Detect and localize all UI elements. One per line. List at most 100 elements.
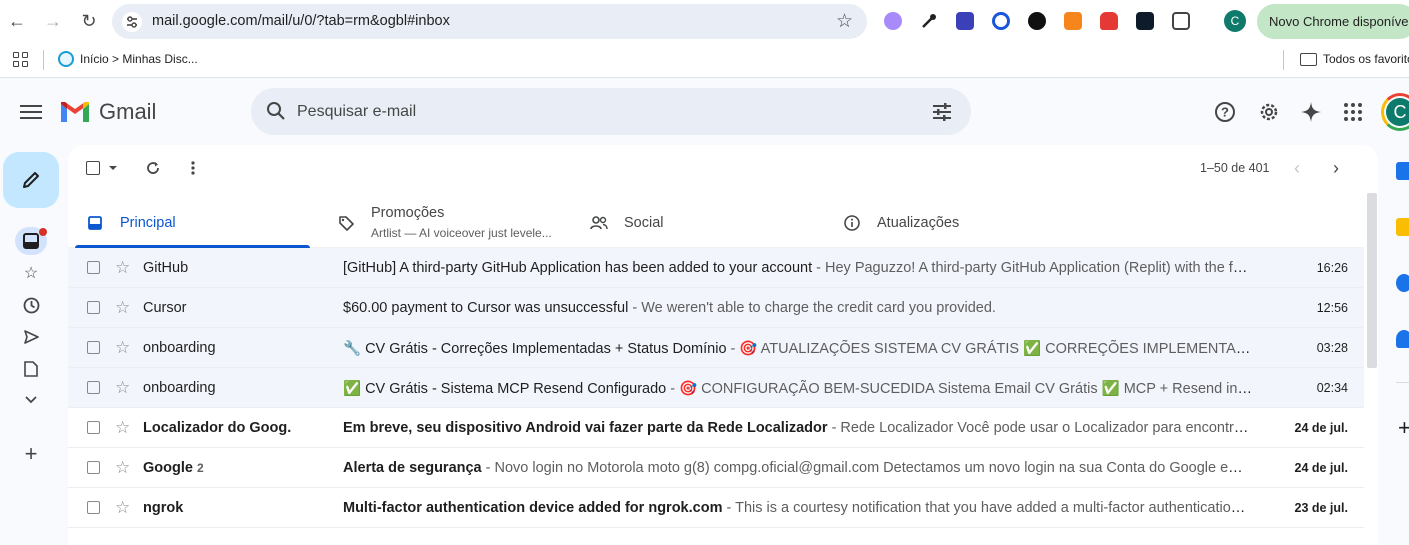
site-settings-icon[interactable] — [122, 12, 142, 32]
email-row[interactable]: ☆ ngrok Multi-factor authentication device… — [68, 488, 1364, 528]
gemini-sparkle-icon[interactable] — [1299, 100, 1323, 124]
apps-grid-icon[interactable] — [13, 52, 29, 68]
tab-label: Principal — [120, 214, 176, 231]
star-icon[interactable]: ☆ — [115, 378, 130, 398]
email-row[interactable]: ☆ Cursor $60.00 payment to Cursor was unsu… — [68, 288, 1364, 328]
subject: $60.00 payment to Cursor was unsuccessfu… — [343, 300, 629, 316]
thread-count: 2 — [196, 461, 204, 475]
inbox-tab-icon — [86, 214, 104, 232]
next-page-icon[interactable]: › — [1325, 157, 1347, 179]
extension-icon[interactable] — [1100, 12, 1118, 30]
subject-line: [GitHub] A third-party GitHub Applicatio… — [343, 260, 1253, 276]
search-input[interactable] — [295, 88, 895, 135]
star-icon[interactable]: ☆ — [115, 498, 130, 518]
add-addon-plus-icon[interactable]: + — [1398, 415, 1409, 441]
email-row[interactable]: ☆ Localizador do Goog. Em breve, seu dispo… — [68, 408, 1364, 448]
subject: 🔧 CV Grátis - Correções Implementadas + … — [343, 341, 727, 357]
drafts-icon[interactable] — [21, 359, 41, 379]
email-row[interactable]: ☆ GitHub [GitHub] A third-party GitHub App… — [68, 248, 1364, 288]
tasks-icon[interactable] — [1396, 274, 1409, 292]
subject-line: Em breve, seu dispositivo Android vai fa… — [343, 420, 1253, 436]
sender-name: GitHub — [143, 260, 189, 276]
search-icon[interactable] — [265, 100, 287, 127]
date: 12:56 — [1316, 301, 1348, 315]
inbox-icon[interactable] — [21, 231, 41, 251]
contacts-icon[interactable] — [1396, 330, 1409, 348]
sender: GitHub — [143, 260, 333, 276]
back-icon[interactable]: ← — [4, 8, 30, 34]
account-avatar[interactable]: C — [1381, 93, 1409, 131]
calendar-icon[interactable] — [1396, 162, 1409, 180]
email-row[interactable]: ☆ onboarding 🔧 CV Grátis - Correções Imple… — [68, 328, 1364, 368]
tab-social[interactable]: Social — [590, 197, 664, 248]
date: 16:26 — [1316, 261, 1348, 275]
extension-icon[interactable] — [1136, 12, 1154, 30]
tab-atualizacoes[interactable]: Atualizações — [843, 197, 959, 248]
bookmark-item[interactable]: Início > Minhas Disc... — [58, 51, 198, 67]
extension-icon[interactable] — [1028, 12, 1046, 30]
tab-preview: Artlist — AI voiceover just levele... — [371, 226, 552, 240]
search-bar[interactable] — [251, 88, 971, 135]
star-icon[interactable]: ☆ — [115, 458, 130, 478]
row-checkbox[interactable] — [87, 261, 100, 274]
tab-label: Promoções — [371, 205, 445, 221]
settings-gear-icon[interactable] — [1257, 100, 1281, 124]
bookmark-star-icon[interactable]: ☆ — [836, 10, 853, 33]
tab-principal[interactable]: Principal — [86, 197, 176, 248]
more-options-icon[interactable] — [183, 158, 203, 178]
snippet: - Hey Paguzzo! A third-party GitHub Appl… — [816, 260, 1253, 276]
compose-button[interactable] — [3, 152, 59, 208]
google-apps-icon[interactable] — [1341, 100, 1365, 124]
help-icon[interactable]: ? — [1213, 100, 1237, 124]
row-checkbox[interactable] — [87, 501, 100, 514]
previous-page-icon[interactable]: ‹ — [1286, 157, 1308, 179]
all-bookmarks-button[interactable]: Todos os favoritos — [1300, 52, 1409, 66]
avatar-initial: C — [1386, 98, 1409, 126]
chrome-update-button[interactable]: Novo Chrome disponível — [1257, 4, 1409, 39]
row-checkbox[interactable] — [87, 461, 100, 474]
address-bar[interactable]: mail.google.com/mail/u/0/?tab=rm&ogbl#in… — [112, 4, 867, 39]
starred-icon[interactable]: ☆ — [21, 263, 41, 283]
row-checkbox[interactable] — [87, 421, 100, 434]
extension-icon[interactable] — [884, 12, 902, 30]
search-options-icon[interactable] — [931, 101, 953, 128]
metamask-icon[interactable] — [1064, 12, 1082, 30]
unread-indicator — [39, 228, 47, 236]
row-checkbox[interactable] — [87, 341, 100, 354]
sent-icon[interactable] — [21, 327, 41, 347]
sender: onboarding — [143, 340, 333, 356]
select-options-chevron-icon[interactable] — [109, 166, 117, 170]
main-menu-icon[interactable] — [20, 101, 42, 123]
extension-icon[interactable] — [992, 12, 1010, 30]
star-icon[interactable]: ☆ — [115, 298, 130, 318]
more-chevron-down-icon[interactable] — [21, 390, 41, 410]
keep-icon[interactable] — [1396, 218, 1409, 236]
url-text[interactable]: mail.google.com/mail/u/0/?tab=rm&ogbl#in… — [152, 13, 450, 29]
sender-name: Google — [143, 460, 193, 476]
email-row[interactable]: ☆ onboarding ✅ CV Grátis - Sistema MCP Res… — [68, 368, 1364, 408]
reload-icon[interactable]: ↻ — [76, 8, 102, 34]
date: 24 de jul. — [1294, 421, 1349, 435]
row-checkbox[interactable] — [87, 381, 100, 394]
select-all-checkbox[interactable] — [86, 161, 100, 175]
scrollbar[interactable] — [1367, 193, 1377, 368]
email-row[interactable]: ☆ Google 2 Alerta de segurança - Novo login… — [68, 448, 1364, 488]
extensions-puzzle-icon[interactable] — [1172, 12, 1190, 30]
gmail-logo[interactable]: Gmail — [59, 99, 156, 125]
people-icon — [590, 214, 608, 232]
email-list: ☆ GitHub [GitHub] A third-party GitHub App… — [68, 248, 1364, 528]
eyedropper-icon[interactable] — [920, 12, 938, 30]
tab-promocoes[interactable]: Promoções Artlist — AI voiceover just le… — [337, 197, 552, 248]
extension-icon[interactable] — [956, 12, 974, 30]
create-label-plus-icon[interactable]: + — [21, 441, 41, 466]
star-icon[interactable]: ☆ — [115, 338, 130, 358]
browser-profile-avatar[interactable]: C — [1224, 10, 1246, 32]
snoozed-clock-icon[interactable] — [21, 295, 41, 315]
star-icon[interactable]: ☆ — [115, 418, 130, 438]
row-checkbox[interactable] — [87, 301, 100, 314]
sender-name: Localizador do Goog. — [143, 420, 292, 436]
forward-icon[interactable]: → — [40, 8, 66, 34]
star-icon[interactable]: ☆ — [115, 258, 130, 278]
divider — [1396, 382, 1409, 383]
refresh-icon[interactable] — [143, 158, 163, 178]
